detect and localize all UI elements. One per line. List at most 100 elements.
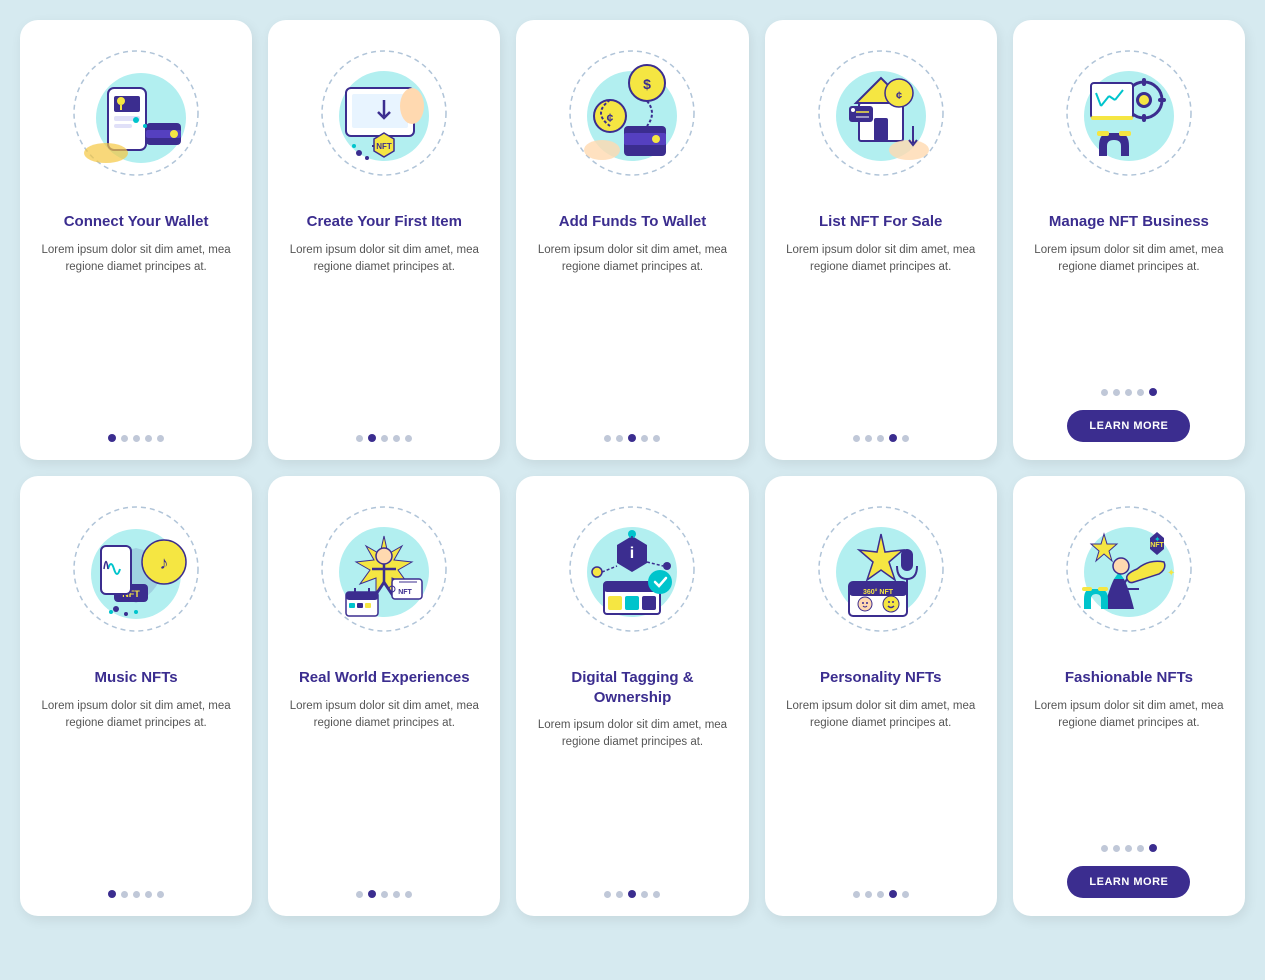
dot-4 [641, 435, 648, 442]
dot-5 [653, 435, 660, 442]
card-music-nfts: NFT ♪ Music NFTs Lorem ipsum dolor sit d… [20, 476, 252, 916]
card-title: Music NFTs [95, 668, 178, 688]
illustration-personality-nfts: 360° NFT [801, 494, 961, 654]
card-title: List NFT For Sale [819, 212, 942, 232]
card-body: Lorem ipsum dolor sit dim amet, mea regi… [1029, 242, 1229, 375]
card-real-world: NFT Real World Experiences Lorem ipsum d… [268, 476, 500, 916]
dot-4 [393, 891, 400, 898]
dot-4 [145, 891, 152, 898]
dot-2 [1113, 845, 1120, 852]
dot-5 [653, 891, 660, 898]
svg-text:¢: ¢ [896, 90, 902, 102]
illustration-add-funds: $ ¢ [552, 38, 712, 198]
card-body: Lorem ipsum dolor sit dim amet, mea regi… [781, 242, 981, 421]
card-dots [108, 890, 164, 898]
dot-1 [853, 435, 860, 442]
illustration-music-nfts: NFT ♪ [56, 494, 216, 654]
card-dots [604, 434, 660, 442]
dot-3 [381, 891, 388, 898]
card-digital-tagging: i Digital Tagging & Ownership [516, 476, 748, 916]
dot-1 [604, 891, 611, 898]
svg-text:360° NFT: 360° NFT [863, 588, 894, 596]
dot-1 [853, 891, 860, 898]
card-title: Digital Tagging & Ownership [532, 668, 732, 707]
card-list-nft: ¢ List NFT For Sale Lorem ipsum dolor si… [765, 20, 997, 460]
dot-1 [1101, 389, 1108, 396]
dot-5 [902, 435, 909, 442]
card-dots [356, 890, 412, 898]
dot-1 [604, 435, 611, 442]
dot-3 [1125, 845, 1132, 852]
svg-text:¢: ¢ [607, 111, 614, 125]
card-create-first-item: NFT Create Your First Item Lorem ipsum d… [268, 20, 500, 460]
dot-1 [108, 434, 116, 442]
dot-2 [616, 891, 623, 898]
card-manage-nft: Manage NFT Business Lorem ipsum dolor si… [1013, 20, 1245, 460]
card-title: Real World Experiences [299, 668, 470, 688]
svg-text:✦: ✦ [1154, 535, 1161, 544]
dot-4 [889, 434, 897, 442]
illustration-connect-wallet [56, 38, 216, 198]
dot-3 [133, 891, 140, 898]
card-body: Lorem ipsum dolor sit dim amet, mea regi… [36, 698, 236, 877]
card-add-funds: $ ¢ Add Funds To Wallet Lorem ipsum dolo… [516, 20, 748, 460]
card-title: Create Your First Item [307, 212, 462, 232]
dot-3 [133, 435, 140, 442]
dot-3 [877, 891, 884, 898]
dot-2 [368, 434, 376, 442]
dot-1 [1101, 845, 1108, 852]
card-title: Add Funds To Wallet [559, 212, 706, 232]
dot-4 [1137, 389, 1144, 396]
svg-text:✦: ✦ [1167, 568, 1175, 579]
card-personality-nfts: 360° NFT Personality NFTs Lorem ipsum do… [765, 476, 997, 916]
dot-4 [889, 890, 897, 898]
card-body: Lorem ipsum dolor sit dim amet, mea regi… [36, 242, 236, 421]
card-dots [108, 434, 164, 442]
illustration-real-world: NFT [304, 494, 464, 654]
dot-2 [121, 891, 128, 898]
svg-text:NFT: NFT [398, 589, 412, 596]
learn-more-button-1[interactable]: LEARN MORE [1067, 410, 1190, 442]
card-fashionable-nfts: NFT ✦ ✦ Fashionable NFTs [1013, 476, 1245, 916]
dot-1 [356, 891, 363, 898]
dot-2 [616, 435, 623, 442]
illustration-manage-nft [1049, 38, 1209, 198]
learn-more-button-2[interactable]: LEARN MORE [1067, 866, 1190, 898]
dot-1 [108, 890, 116, 898]
illustration-fashionable-nfts: NFT ✦ ✦ [1049, 494, 1209, 654]
card-dots [604, 890, 660, 898]
svg-text:NFT: NFT [377, 142, 393, 151]
dot-5 [1149, 388, 1157, 396]
dot-3 [381, 435, 388, 442]
dot-4 [1137, 845, 1144, 852]
card-body: Lorem ipsum dolor sit dim amet, mea regi… [1029, 698, 1229, 831]
dot-1 [356, 435, 363, 442]
dot-4 [145, 435, 152, 442]
dot-4 [393, 435, 400, 442]
dot-2 [865, 891, 872, 898]
svg-text:$: $ [644, 76, 652, 92]
dot-5 [902, 891, 909, 898]
dot-2 [121, 435, 128, 442]
illustration-digital-tagging: i [552, 494, 712, 654]
dot-3 [628, 890, 636, 898]
dot-2 [865, 435, 872, 442]
dot-4 [641, 891, 648, 898]
dot-5 [1149, 844, 1157, 852]
card-dots [853, 890, 909, 898]
card-body: Lorem ipsum dolor sit dim amet, mea regi… [781, 698, 981, 877]
card-title: Personality NFTs [820, 668, 941, 688]
card-dots [853, 434, 909, 442]
dot-5 [157, 891, 164, 898]
dot-3 [1125, 389, 1132, 396]
dot-3 [877, 435, 884, 442]
card-body: Lorem ipsum dolor sit dim amet, mea regi… [532, 717, 732, 876]
illustration-list-nft: ¢ [801, 38, 961, 198]
svg-text:i: i [630, 545, 634, 562]
card-body: Lorem ipsum dolor sit dim amet, mea regi… [284, 698, 484, 877]
dot-2 [1113, 389, 1120, 396]
svg-text:♪: ♪ [160, 553, 169, 573]
cards-grid: Connect Your Wallet Lorem ipsum dolor si… [20, 20, 1245, 916]
card-title: Manage NFT Business [1049, 212, 1209, 232]
dot-5 [405, 435, 412, 442]
